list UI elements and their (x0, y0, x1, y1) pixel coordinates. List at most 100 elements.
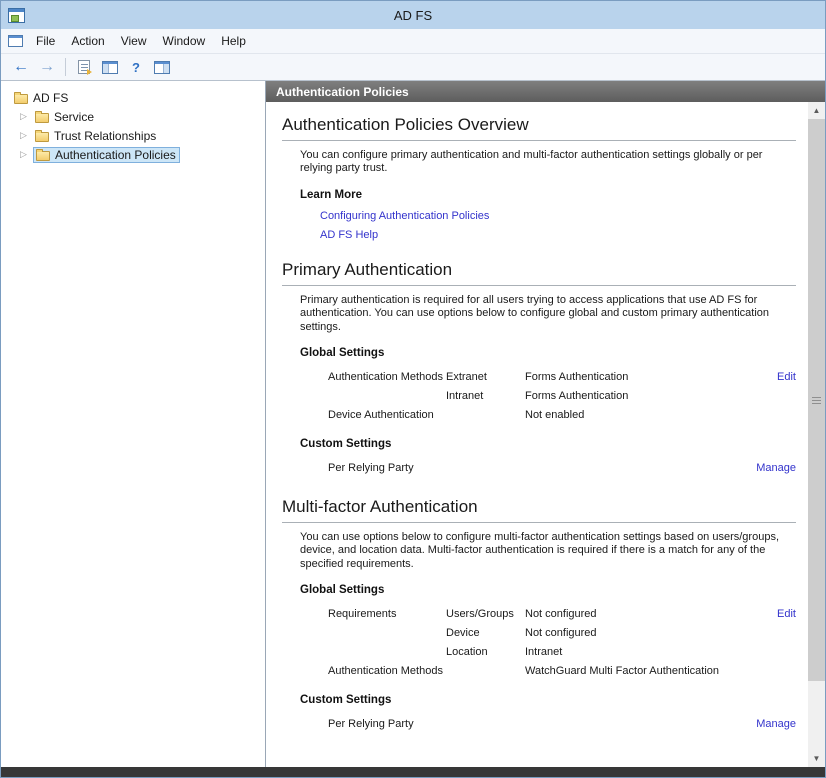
show-hide-action-pane-icon (154, 61, 170, 74)
back-arrow-icon: ← (13, 59, 29, 75)
window-title: AD FS (1, 8, 825, 23)
setting-label (328, 387, 446, 406)
section-divider (282, 140, 796, 141)
overview-title: Authentication Policies Overview (282, 115, 796, 135)
vertical-scrollbar[interactable]: ▲ ▼ (808, 102, 825, 767)
toolbar-separator (65, 58, 66, 76)
overview-description: You can configure primary authentication… (300, 149, 796, 176)
multifactor-authentication-description: You can use options below to configure m… (300, 531, 796, 571)
setting-label: Requirements (328, 605, 446, 624)
mfa-custom-settings-label: Custom Settings (300, 694, 796, 706)
overview-section: Authentication Policies Overview You can… (266, 102, 808, 247)
scroll-down-arrow[interactable]: ▼ (808, 750, 825, 767)
mfa-global-settings-label: Global Settings (300, 584, 796, 596)
multifactor-authentication-section: Multi-factor Authentication You can use … (266, 484, 808, 740)
folder-icon (35, 113, 49, 123)
setting-value: Not configured (525, 605, 742, 624)
help-icon: ? (132, 60, 140, 75)
primary-custom-settings-row: Per Relying Party Manage (328, 459, 796, 478)
export-list-button[interactable] (72, 56, 96, 78)
setting-value: Not configured (525, 624, 742, 643)
primary-global-settings-label: Global Settings (300, 347, 796, 359)
section-divider (282, 522, 796, 523)
mfa-manage-link[interactable]: Manage (756, 715, 796, 734)
setting-key: Device (446, 624, 525, 643)
multifactor-authentication-title: Multi-factor Authentication (282, 497, 796, 517)
forward-arrow-icon: → (39, 59, 55, 75)
content-scroll-area: Authentication Policies Overview You can… (266, 102, 808, 767)
setting-key: Extranet (446, 368, 525, 387)
setting-key: Location (446, 643, 525, 662)
back-button[interactable]: ← (9, 56, 33, 78)
primary-edit-link[interactable]: Edit (777, 368, 796, 387)
setting-label: Device Authentication (328, 406, 446, 425)
mfa-edit-link[interactable]: Edit (777, 605, 796, 624)
setting-value: Forms Authentication (525, 368, 742, 387)
menu-file[interactable]: File (28, 31, 63, 51)
menu-window[interactable]: Window (155, 31, 214, 51)
folder-icon (14, 94, 28, 104)
setting-value: WatchGuard Multi Factor Authentication (525, 662, 742, 681)
mfa-custom-settings-row: Per Relying Party Manage (328, 715, 796, 734)
show-hide-console-tree-button[interactable] (98, 56, 122, 78)
primary-authentication-title: Primary Authentication (282, 260, 796, 280)
menu-help[interactable]: Help (213, 31, 254, 51)
tree-item-service[interactable]: ▷ Service (1, 107, 265, 126)
menu-bar: File Action View Window Help (1, 29, 825, 54)
setting-label: Authentication Methods (328, 662, 446, 681)
title-bar[interactable]: AD FS (1, 1, 825, 29)
menu-action[interactable]: Action (63, 31, 112, 51)
scrollbar-thumb[interactable] (808, 119, 825, 681)
toolbar: ← → ? (1, 54, 825, 81)
tree-item-adfs-root[interactable]: AD FS (1, 88, 265, 107)
tree-item-label: AD FS (33, 91, 68, 105)
show-hide-console-tree-icon (102, 61, 118, 74)
setting-label: Authentication Methods (328, 368, 446, 387)
console-tree-panel: AD FS ▷ Service ▷ Trust Relationships ▷ … (1, 81, 266, 767)
scrollbar-track[interactable] (808, 119, 825, 750)
folder-icon (36, 151, 50, 161)
results-pane-header: Authentication Policies (266, 81, 825, 102)
tree-item-label: Service (54, 110, 94, 124)
per-relying-party-label: Per Relying Party (328, 459, 414, 478)
main-area: AD FS ▷ Service ▷ Trust Relationships ▷ … (1, 81, 825, 767)
setting-key: Intranet (446, 387, 525, 406)
setting-value: Intranet (525, 643, 742, 662)
setting-value: Forms Authentication (525, 387, 742, 406)
primary-custom-settings-label: Custom Settings (300, 438, 796, 450)
section-divider (282, 285, 796, 286)
setting-key (446, 662, 525, 681)
learn-more-label: Learn More (300, 189, 796, 201)
per-relying-party-label: Per Relying Party (328, 715, 414, 734)
help-button[interactable]: ? (124, 56, 148, 78)
setting-key (446, 406, 525, 425)
adfs-console-window: AD FS File Action View Window Help ← → ? (0, 0, 826, 778)
primary-global-settings-table: Authentication Methods Extranet Forms Au… (328, 368, 796, 425)
setting-label (328, 624, 446, 643)
primary-authentication-description: Primary authentication is required for a… (300, 294, 796, 334)
tree-item-authentication-policies[interactable]: ▷ Authentication Policies (1, 145, 265, 164)
expand-triangle-icon[interactable]: ▷ (20, 130, 35, 141)
window-bottom-edge (1, 767, 825, 777)
mfa-global-settings-table: Requirements Users/Groups Not configured… (328, 605, 796, 681)
show-hide-action-pane-button[interactable] (150, 56, 174, 78)
setting-label (328, 643, 446, 662)
forward-button[interactable]: → (35, 56, 59, 78)
setting-key: Users/Groups (446, 605, 525, 624)
content-body: Authentication Policies Overview You can… (266, 102, 825, 767)
expand-triangle-icon[interactable]: ▷ (20, 111, 35, 122)
folder-icon (35, 132, 49, 142)
primary-manage-link[interactable]: Manage (756, 459, 796, 478)
tree-item-label: Authentication Policies (55, 148, 176, 162)
primary-authentication-section: Primary Authentication Primary authentic… (266, 247, 808, 484)
scroll-up-arrow[interactable]: ▲ (808, 102, 825, 119)
export-list-icon (78, 60, 90, 74)
selected-tree-item-highlight: Authentication Policies (33, 147, 180, 163)
link-configuring-authentication-policies[interactable]: Configuring Authentication Policies (320, 210, 796, 222)
tree-item-trust-relationships[interactable]: ▷ Trust Relationships (1, 126, 265, 145)
results-pane: Authentication Policies Authentication P… (266, 81, 825, 767)
link-adfs-help[interactable]: AD FS Help (320, 229, 796, 241)
setting-value: Not enabled (525, 406, 742, 425)
console-window-icon (8, 35, 23, 47)
menu-view[interactable]: View (113, 31, 155, 51)
